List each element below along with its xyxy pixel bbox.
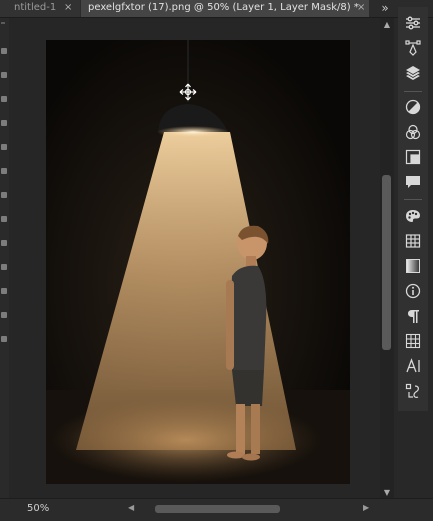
vertical-scrollbar-thumb[interactable] <box>382 175 391 350</box>
tool-icon[interactable] <box>1 168 7 174</box>
tool-icon[interactable] <box>1 120 7 126</box>
panel-divider <box>404 199 422 200</box>
adjustment-icon[interactable] <box>402 96 424 118</box>
lamp-boy-photo <box>46 40 350 484</box>
tool-icon[interactable] <box>1 336 7 342</box>
scroll-right-arrow[interactable]: ▶ <box>363 503 369 512</box>
tool-icon[interactable] <box>1 96 7 102</box>
channels-icon[interactable] <box>402 121 424 143</box>
scroll-left-arrow[interactable]: ◀ <box>128 503 134 512</box>
tab-untitled-label: ntitled-1 <box>14 2 57 13</box>
tool-icon[interactable] <box>1 312 7 318</box>
tool-icon[interactable] <box>1 240 7 246</box>
panel-divider <box>404 91 422 92</box>
document-image[interactable] <box>46 40 350 484</box>
tab-active-document[interactable]: pexelgfxtor (17).png @ 50% (Layer 1, Lay… <box>81 0 369 17</box>
close-icon[interactable]: × <box>64 0 72 16</box>
tool-icon[interactable] <box>1 216 7 222</box>
scroll-up-arrow[interactable]: ▲ <box>380 20 394 29</box>
table-grid-icon[interactable] <box>402 230 424 252</box>
tool-icon[interactable] <box>1 144 7 150</box>
swatches-icon[interactable] <box>402 205 424 227</box>
right-panel-dock <box>398 7 428 411</box>
pen-path-icon[interactable] <box>402 37 424 59</box>
scroll-down-arrow[interactable]: ▼ <box>380 488 394 497</box>
tab-untitled[interactable]: ntitled-1 × <box>0 0 80 17</box>
clone-source-icon[interactable] <box>402 380 424 402</box>
zoom-level[interactable]: 50% <box>27 503 49 514</box>
document-tab-bar: ntitled-1 × pexelgfxtor (17).png @ 50% (… <box>0 0 433 18</box>
info-icon[interactable] <box>402 280 424 302</box>
sliders-icon[interactable] <box>402 12 424 34</box>
tools-panel <box>0 18 9 498</box>
tab-active-document-label: pexelgfxtor (17).png @ 50% (Layer 1, Lay… <box>88 2 359 13</box>
paragraph-icon[interactable] <box>402 305 424 327</box>
glyphs-grid-icon[interactable] <box>402 330 424 352</box>
gradient-icon[interactable] <box>402 255 424 277</box>
tool-icon[interactable] <box>1 288 7 294</box>
navigator-icon[interactable] <box>402 146 424 168</box>
tool-icon[interactable] <box>1 72 7 78</box>
tool-icon[interactable] <box>1 264 7 270</box>
layers-icon[interactable] <box>402 62 424 84</box>
comment-icon[interactable] <box>402 171 424 193</box>
tool-icon[interactable] <box>1 192 7 198</box>
horizontal-scrollbar-thumb[interactable] <box>155 505 280 513</box>
toolbar-grip <box>1 22 5 24</box>
character-icon[interactable] <box>402 355 424 377</box>
close-icon[interactable]: × <box>357 0 365 16</box>
tab-overflow-button[interactable]: » <box>374 0 396 17</box>
tool-icon[interactable] <box>1 48 7 54</box>
